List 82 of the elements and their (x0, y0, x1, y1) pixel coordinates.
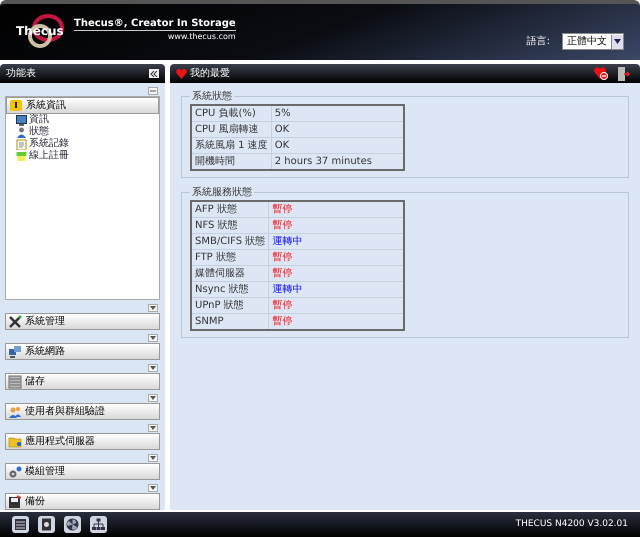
person-icon (16, 126, 27, 138)
table-cell: 系統風扇 1 速度 (191, 138, 272, 154)
drives-icon (14, 518, 27, 531)
section-header[interactable]: 應用程式伺服器 (5, 433, 160, 450)
section-header[interactable]: 儲存 (5, 373, 160, 390)
table-cell: CPU 風扇轉速 (191, 122, 272, 138)
section-header[interactable]: 使用者與群組驗證 (5, 403, 160, 420)
version-label: THECUS N4200 V3.02.01 (516, 518, 628, 531)
collapse-toggle[interactable] (148, 394, 158, 402)
info-icon (9, 98, 23, 112)
collapse-toggle[interactable] (148, 484, 158, 492)
table-cell: 暫停 (268, 218, 404, 234)
minus-icon (150, 89, 156, 93)
door-exit-icon (618, 66, 630, 80)
caret-icon (150, 426, 156, 430)
heart-minus-icon (594, 67, 608, 80)
table-cell: Nsync 狀態 (191, 282, 269, 298)
section-header[interactable]: 備份 (5, 493, 160, 510)
collapse-panel-button[interactable] (149, 69, 159, 78)
caret-icon (614, 39, 621, 44)
raid-button[interactable] (12, 516, 29, 533)
network-tree-icon (92, 518, 105, 531)
computers-icon (8, 344, 22, 358)
collapse-toggle[interactable] (148, 334, 158, 342)
card-icon (16, 150, 27, 162)
collapse-toggle[interactable] (148, 304, 158, 312)
table-cell: OK (271, 138, 404, 154)
favorites-title: 我的最愛 (190, 66, 230, 81)
network-button[interactable] (90, 516, 107, 533)
table-cell: 暫停 (268, 201, 404, 218)
table-cell: 暫停 (268, 266, 404, 282)
section-header[interactable]: 模組管理 (5, 463, 160, 480)
section-header[interactable]: 系統管理 (5, 313, 160, 330)
table-cell: UPnP 狀態 (191, 298, 269, 314)
language-select[interactable]: 正體中文 (562, 33, 624, 50)
collapse-toggle[interactable] (148, 454, 158, 462)
remove-favorite-button[interactable] (594, 67, 608, 80)
logout-button[interactable] (618, 66, 630, 80)
website-url: www.thecus.com (168, 31, 236, 43)
menu-title: 功能表 (6, 66, 36, 81)
monitor-icon (16, 114, 27, 126)
table-cell: 暫停 (268, 250, 404, 266)
gears-icon (8, 464, 22, 478)
tree-item[interactable]: 狀態 (29, 126, 49, 138)
table-cell: NFS 狀態 (191, 218, 269, 234)
caret-icon (150, 456, 156, 460)
tree-item[interactable]: 系統記錄 (29, 138, 69, 150)
table-cell: 暫停 (268, 298, 404, 314)
group-title: 系統狀態 (191, 90, 233, 104)
notepad-icon (16, 138, 27, 150)
collapse-toggle[interactable] (148, 364, 158, 372)
tree-item[interactable]: 線上註冊 (29, 150, 69, 162)
section-header[interactable]: 系統網路 (5, 343, 160, 360)
drives-icon (8, 374, 22, 388)
caret-icon (150, 366, 156, 370)
tagline: Thecus®, Creator In Storage (74, 17, 236, 31)
caret-icon (150, 486, 156, 490)
language-label: 語言: (526, 34, 550, 49)
table-cell: FTP 狀態 (191, 250, 269, 266)
double-chevron-icon (150, 70, 158, 76)
users-icon (8, 404, 22, 418)
wrench-icon (8, 314, 22, 328)
caret-icon (150, 336, 156, 340)
caret-icon (150, 306, 156, 310)
table-cell: 運轉中 (268, 234, 404, 250)
caret-icon (150, 396, 156, 400)
heart-icon (176, 68, 187, 78)
folder-icon (8, 434, 22, 448)
fan-button[interactable] (64, 516, 81, 533)
table-cell: OK (271, 122, 404, 138)
collapse-toggle[interactable] (148, 424, 158, 432)
fan-icon (66, 518, 79, 531)
section-header[interactable]: 系統資訊 (6, 97, 159, 114)
table-cell: AFP 狀態 (191, 201, 269, 218)
disk-button[interactable] (38, 516, 55, 533)
table-cell: SMB/CIFS 狀態 (191, 234, 269, 250)
table-cell: 運轉中 (268, 282, 404, 298)
table-cell: CPU 負載(%) (191, 105, 272, 122)
group-title: 系統服務狀態 (191, 186, 253, 200)
table-cell: 媒體伺服器 (191, 266, 269, 282)
tree-item[interactable]: 資訊 (29, 114, 49, 126)
collapse-toggle[interactable] (148, 87, 158, 95)
